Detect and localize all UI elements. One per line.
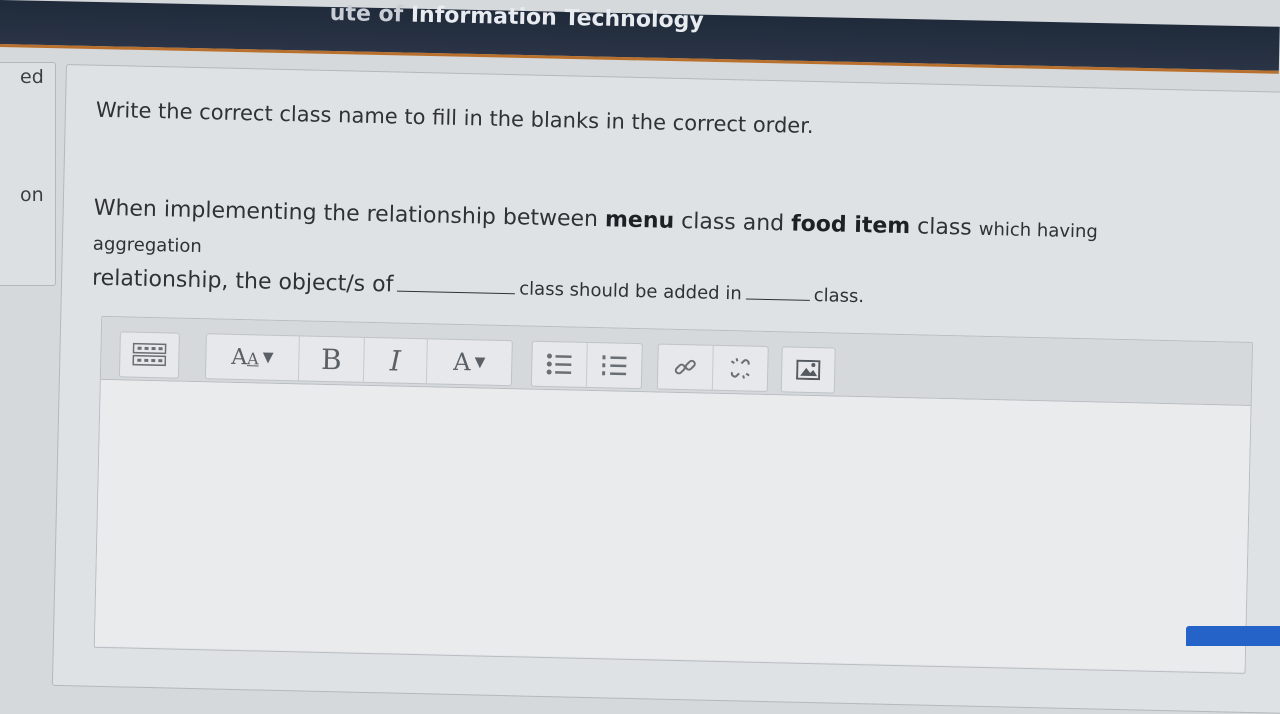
bold-button[interactable]: B [298,336,365,382]
answer-editor: AA ▼ B I A ▼ [93,315,1253,674]
site-title: ute of Information Technology [329,0,704,34]
font-size-icon: AA [230,344,259,370]
toolbar-group-lists [530,340,643,390]
unlink-button[interactable] [713,346,768,391]
numbered-list-icon [601,354,627,377]
image-icon [796,359,821,381]
chevron-down-icon: ▼ [474,354,486,371]
italic-button[interactable]: I [363,337,428,384]
link-icon [673,355,698,380]
question-flag-label: on [20,184,44,206]
class-name-food-item: food item [790,211,911,240]
question-instruction: Write the correct class name to fill in … [95,97,814,138]
ordered-list-button[interactable] [587,343,642,388]
blank-1 [397,270,516,295]
next-page-button[interactable] [1186,626,1280,646]
image-button[interactable] [782,347,835,392]
unordered-list-button[interactable] [531,341,588,387]
font-size-button[interactable]: AA ▼ [205,334,300,381]
toggle-toolbar-button[interactable] [120,332,179,377]
toolbar-group-format: AA ▼ B I A ▼ [204,333,513,387]
question-status-label: ed [20,66,44,88]
toolbar-group-links [656,343,769,393]
link-button[interactable] [657,344,714,390]
question-info-panel [0,62,56,286]
site-header: ute of Information Technology [0,0,1280,74]
toolbar-group-toggle [118,331,180,379]
toolbar-group-media [780,346,836,394]
chevron-down-icon: ▼ [262,349,274,366]
blank-2 [745,278,811,301]
unlink-icon [728,356,753,381]
text-color-button[interactable]: A ▼ [427,339,512,385]
bullet-list-icon [546,353,572,376]
class-name-menu: menu [604,207,675,234]
toolbar-toggle-icon [132,342,167,369]
question-text: When implementing the relationship betwe… [91,195,1099,308]
question-card: Write the correct class name to fill in … [51,64,1280,714]
answer-text-area[interactable] [94,379,1251,672]
